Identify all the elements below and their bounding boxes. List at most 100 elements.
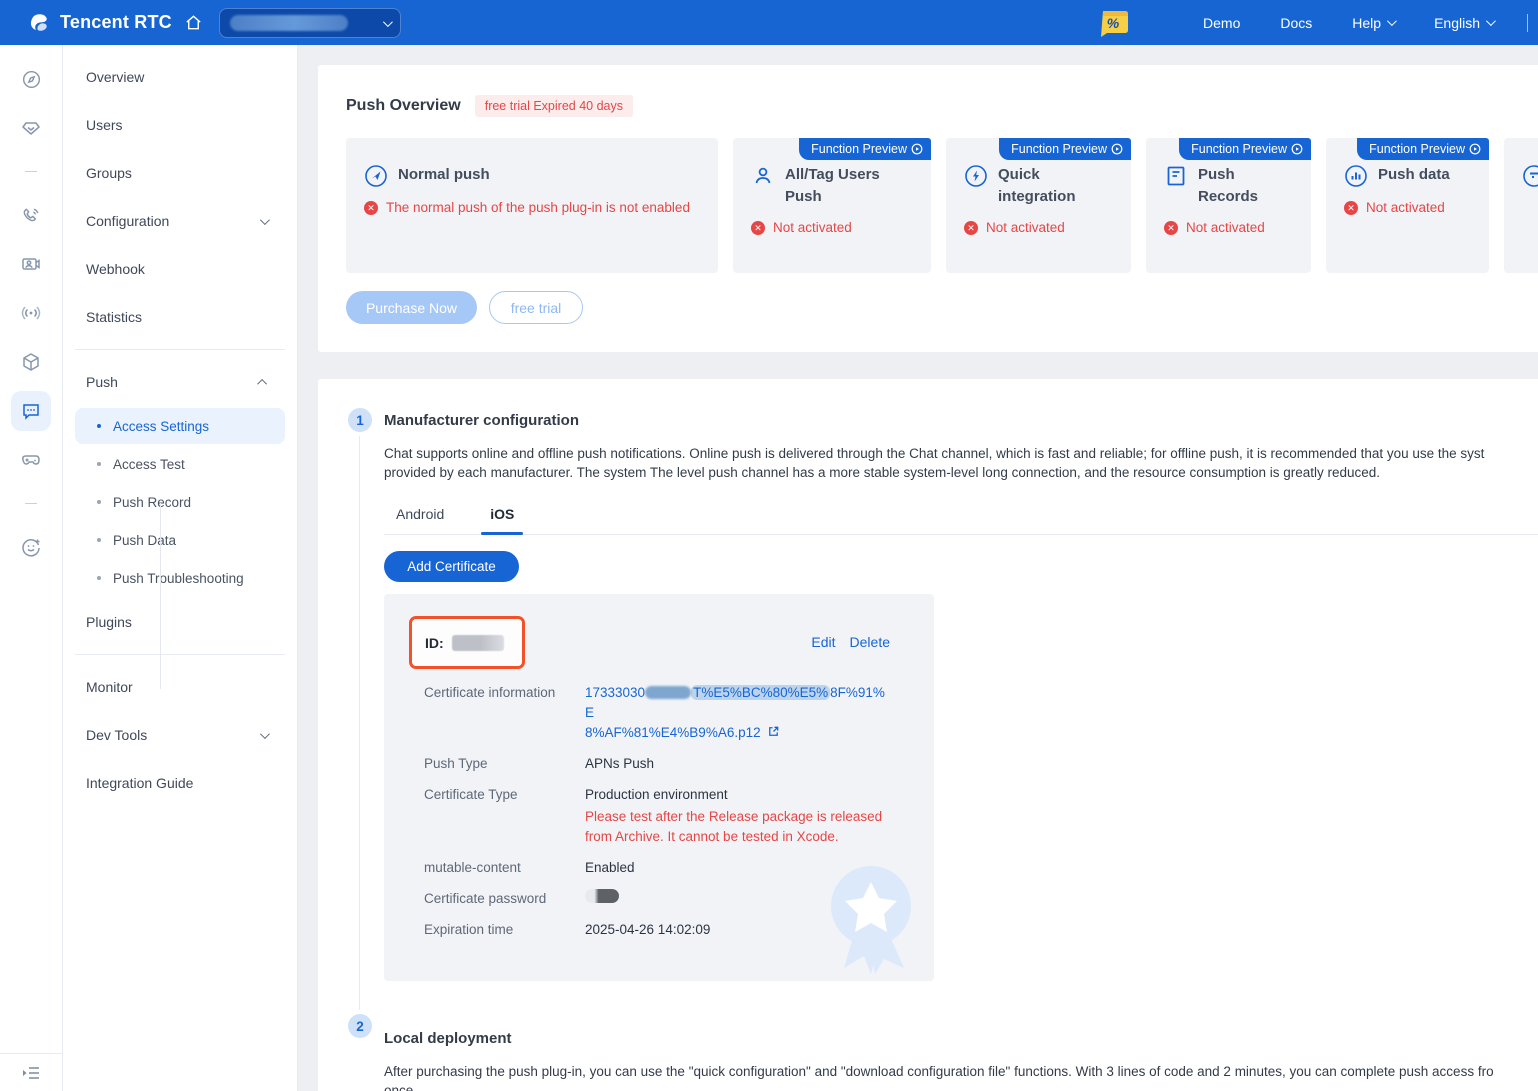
game-icon[interactable]	[11, 440, 51, 480]
mutable-content-label: mutable-content	[424, 858, 585, 878]
nav-item-overview[interactable]: Overview	[63, 53, 297, 101]
quick-integration-card[interactable]: Function Preview Quick integration ✕ Not…	[946, 138, 1131, 273]
gem-icon[interactable]	[11, 108, 51, 148]
normal-push-card[interactable]: Normal push ✕ The normal push of the pus…	[346, 138, 718, 273]
header-docs-link[interactable]: Docs	[1260, 15, 1332, 31]
card-title: All/Tag Users Push	[785, 164, 915, 208]
add-certificate-button[interactable]: Add Certificate	[384, 551, 519, 582]
push-records-card[interactable]: Function Preview Push Records ✕ Not acti…	[1146, 138, 1311, 273]
certificate-medal-watermark	[809, 856, 934, 981]
redacted-app-name	[230, 15, 348, 31]
nav-item-groups[interactable]: Groups	[63, 149, 297, 197]
certificate-type-warning: Please test after the Release package is…	[585, 807, 885, 847]
function-preview-badge[interactable]: Function Preview	[1357, 138, 1489, 160]
chevron-down-icon	[1387, 16, 1397, 26]
nav-divider	[75, 349, 285, 350]
promotion-coupon-icon[interactable]: %	[1097, 7, 1131, 39]
push-type-value: APNs Push	[585, 754, 885, 774]
call-icon[interactable]	[11, 195, 51, 235]
nav-subitem-push-record[interactable]: Push Record	[75, 484, 285, 520]
lightning-icon	[964, 164, 988, 188]
nav-item-statistics[interactable]: Statistics	[63, 293, 297, 341]
chat-icon[interactable]	[11, 391, 51, 431]
nav-item-push[interactable]: Push	[63, 358, 297, 406]
platform-tabs: Android iOS	[384, 506, 1538, 535]
nav-item-webhook[interactable]: Webhook	[63, 245, 297, 293]
card-title: Push Records	[1198, 164, 1295, 208]
bar-chart-icon	[1344, 164, 1368, 188]
bullet-dot	[97, 424, 101, 428]
nav-divider	[75, 654, 285, 655]
home-icon[interactable]	[184, 13, 203, 32]
nav-item-monitor[interactable]: Monitor	[63, 663, 297, 711]
nav-subitem-access-settings[interactable]: Access Settings	[75, 408, 285, 444]
nav-item-integration-guide[interactable]: Integration Guide	[63, 759, 297, 807]
tab-ios[interactable]: iOS	[487, 506, 517, 534]
manufacturer-description: Chat supports online and offline push no…	[384, 445, 1538, 482]
tencent-rtc-logo-icon	[28, 11, 52, 35]
redacted-certificate-id	[452, 635, 504, 651]
chevron-down-icon	[260, 215, 270, 225]
app-selector[interactable]	[219, 8, 401, 38]
certificate-information-label: Certificate information	[424, 683, 585, 743]
compass-icon[interactable]	[11, 59, 51, 99]
nav-subitem-access-test[interactable]: Access Test	[75, 446, 285, 482]
step-connector-line	[359, 436, 360, 1010]
side-navigation: Overview Users Groups Configuration Webh…	[63, 45, 298, 1091]
sticker-smiley-icon[interactable]	[11, 527, 51, 567]
cube-icon[interactable]	[11, 342, 51, 382]
live-broadcast-icon[interactable]	[11, 293, 51, 333]
push-data-card[interactable]: Function Preview Push data ✕ Not activat…	[1326, 138, 1489, 273]
product-icon-rail	[0, 45, 63, 1091]
circle-play-icon	[1111, 143, 1123, 155]
function-preview-badge[interactable]: Function Preview	[799, 138, 931, 160]
brand-name: Tencent RTC	[60, 12, 172, 33]
header-language-menu[interactable]: English	[1414, 15, 1513, 31]
video-call-icon[interactable]	[11, 244, 51, 284]
tab-android[interactable]: Android	[393, 506, 447, 534]
function-preview-badge[interactable]: Function Preview	[999, 138, 1131, 160]
error-icon: ✕	[751, 221, 765, 235]
local-deployment-description: After purchasing the push plug-in, you c…	[384, 1063, 1538, 1091]
certificate-password-label: Certificate password	[424, 889, 585, 909]
nav-item-configuration[interactable]: Configuration	[63, 197, 297, 245]
edit-certificate-link[interactable]: Edit	[811, 634, 835, 650]
all-tag-users-push-card[interactable]: Function Preview All/Tag Users Push ✕ No…	[733, 138, 931, 273]
nav-subitem-push-troubleshooting[interactable]: Push Troubleshooting	[75, 560, 285, 596]
error-icon: ✕	[364, 201, 378, 215]
certificate-file-link[interactable]: 17333030T%E5%BC%80%E5%8F%91%E 8%AF%81%E4…	[585, 683, 885, 743]
manufacturer-configuration-title: Manufacturer configuration	[384, 409, 1538, 433]
nav-item-dev-tools[interactable]: Dev Tools	[63, 711, 297, 759]
nav-subitem-push-data[interactable]: Push Data	[75, 522, 285, 558]
chevron-down-icon	[1486, 16, 1496, 26]
partial-card[interactable]	[1504, 138, 1538, 273]
configuration-section: 1 2 Manufacturer configuration Chat supp…	[318, 379, 1538, 1091]
bullet-dot	[97, 576, 101, 580]
push-type-label: Push Type	[424, 754, 585, 774]
bullet-dot	[97, 538, 101, 542]
top-header: Tencent RTC % Demo Docs Help English	[0, 0, 1538, 45]
header-divider	[1527, 14, 1528, 32]
certificate-card: ID: Edit Delete Certificate information …	[384, 594, 934, 981]
certificate-id-annotation-box: ID:	[409, 616, 525, 669]
brand[interactable]: Tencent RTC	[0, 11, 203, 35]
bullet-dot	[97, 500, 101, 504]
nav-item-plugins[interactable]: Plugins	[63, 598, 297, 646]
header-help-menu[interactable]: Help	[1332, 15, 1414, 31]
certificate-type-label: Certificate Type	[424, 785, 585, 847]
delete-certificate-link[interactable]: Delete	[850, 634, 890, 650]
circle-play-icon	[1291, 143, 1303, 155]
certificate-id-label: ID:	[425, 635, 444, 651]
collapse-sidebar-button[interactable]	[0, 1053, 63, 1091]
error-icon: ✕	[1164, 221, 1178, 235]
nav-item-users[interactable]: Users	[63, 101, 297, 149]
free-trial-expired-badge: free trial Expired 40 days	[475, 95, 633, 117]
external-link-icon	[767, 725, 780, 738]
header-demo-link[interactable]: Demo	[1183, 15, 1260, 31]
function-preview-badge[interactable]: Function Preview	[1179, 138, 1311, 160]
free-trial-button[interactable]: free trial	[489, 291, 583, 324]
send-plane-icon	[364, 164, 388, 188]
purchase-now-button[interactable]: Purchase Now	[346, 291, 477, 324]
redaction-blur	[645, 686, 691, 699]
card-title: Quick integration	[998, 164, 1115, 208]
